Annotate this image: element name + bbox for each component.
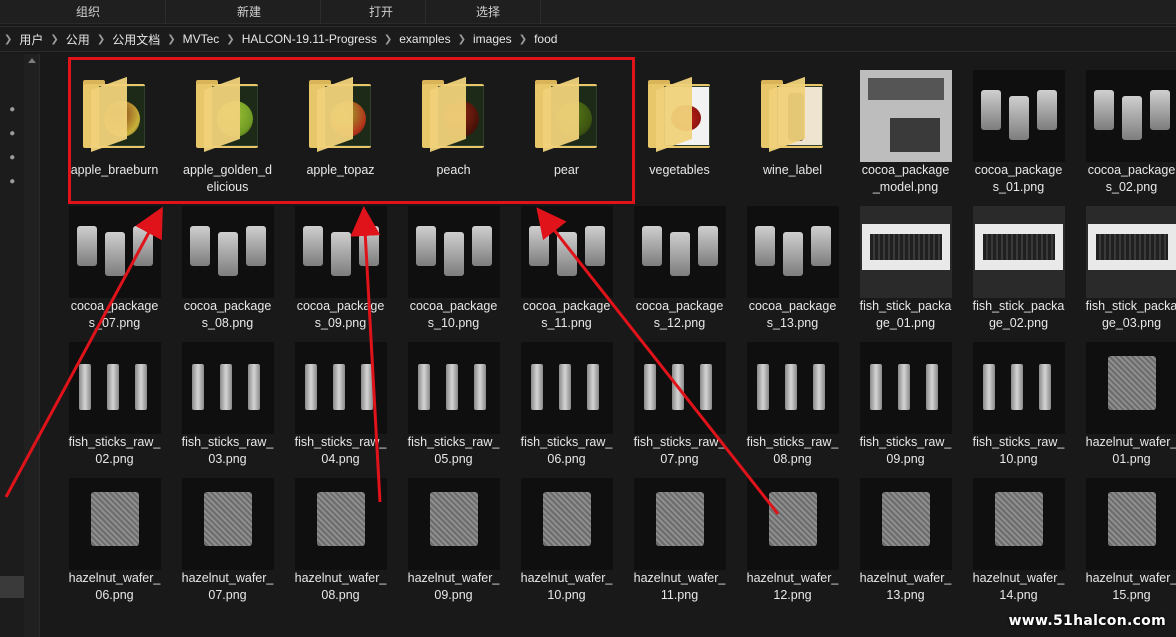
annotation-arrows xyxy=(4,206,780,515)
arrow-line xyxy=(4,206,163,498)
arrow-line xyxy=(536,207,780,515)
arrow-line xyxy=(350,206,382,503)
watermark: www.51halcon.com xyxy=(1008,613,1166,629)
